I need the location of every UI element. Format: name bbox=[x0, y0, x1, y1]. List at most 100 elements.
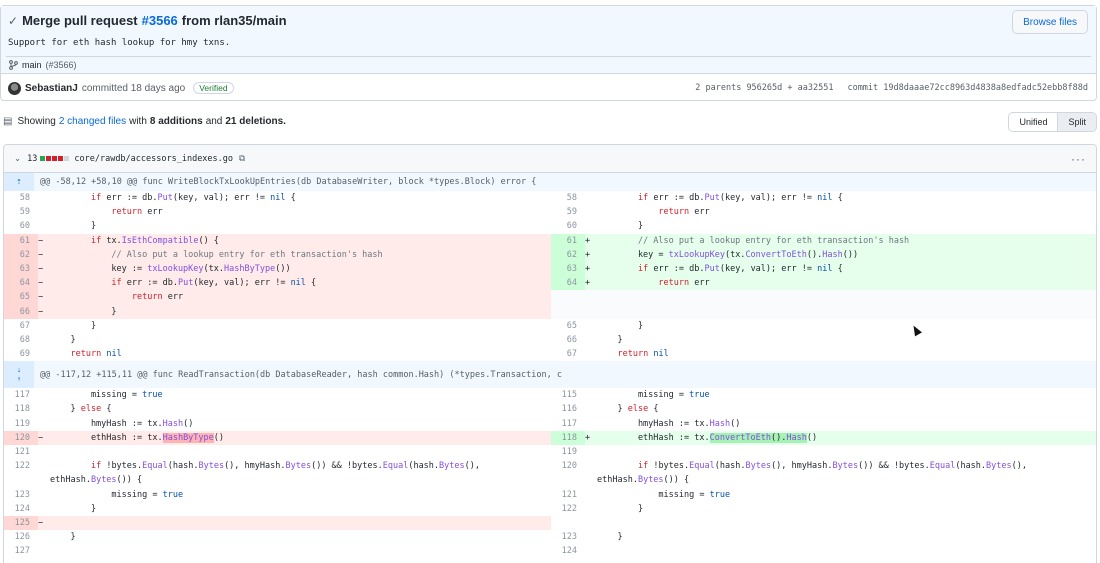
change-count: 13 bbox=[27, 153, 38, 164]
line-number[interactable]: 122 bbox=[551, 502, 585, 516]
diff-row: 62− // Also put a lookup entry for eth t… bbox=[4, 247, 1096, 262]
diff-row: 63− key := txLookupKey(tx.HashByType()) … bbox=[4, 261, 1096, 277]
line-number[interactable]: 117 bbox=[551, 417, 585, 431]
plus-sign: + bbox=[585, 249, 591, 260]
line-number[interactable]: 67 bbox=[4, 319, 38, 333]
line-number[interactable]: 67 bbox=[551, 347, 585, 361]
branch-pr[interactable]: (#3566) bbox=[46, 60, 77, 70]
line-number[interactable]: 116 bbox=[551, 402, 585, 416]
line-number[interactable]: 65 bbox=[4, 290, 38, 305]
line-number[interactable]: 122 bbox=[4, 459, 38, 487]
pr-link[interactable]: #3566 bbox=[142, 13, 178, 28]
line-number[interactable]: 65 bbox=[551, 319, 585, 333]
line-number[interactable]: 127 bbox=[4, 544, 38, 558]
commit-title: ✓ Merge pull request #3566 from rlan35/m… bbox=[8, 13, 287, 28]
diff-row: 68 } 66 } bbox=[4, 333, 1096, 347]
line-number[interactable]: 68 bbox=[4, 333, 38, 347]
diff-row: 119 hmyHash := tx.Hash() 117 hmyHash := … bbox=[4, 417, 1096, 431]
hunk-header: ⇣ ⇡ @@ -117,12 +115,11 @@ func ReadTransa… bbox=[4, 361, 1096, 389]
line-number[interactable]: 123 bbox=[4, 488, 38, 502]
parents-label: 2 parents bbox=[695, 83, 742, 93]
browse-files-button[interactable]: Browse files bbox=[1012, 10, 1088, 34]
line-number[interactable]: 69 bbox=[4, 347, 38, 361]
commit-meta: 2 parents 956265d + aa32551 commit 19d8d… bbox=[695, 83, 1088, 93]
diff-row: 67 } 65 } bbox=[4, 319, 1096, 333]
plus-sign: + bbox=[585, 235, 591, 246]
minus-sign: − bbox=[38, 263, 44, 274]
plus-sign: + bbox=[585, 263, 591, 274]
line-number[interactable]: 125 bbox=[4, 515, 38, 531]
verified-badge[interactable]: Verified bbox=[193, 82, 234, 94]
diff-row: 60 } 60 } bbox=[4, 219, 1096, 233]
branch-info: main (#3566) bbox=[9, 60, 77, 70]
commit-time: committed 18 days ago bbox=[81, 82, 186, 94]
check-icon: ✓ bbox=[8, 13, 19, 28]
unified-button[interactable]: Unified bbox=[1009, 113, 1057, 131]
line-number[interactable]: 117 bbox=[4, 388, 38, 402]
file-path[interactable]: core/rawdb/accessors_indexes.go bbox=[74, 154, 233, 164]
line-number[interactable]: 118 bbox=[551, 430, 585, 445]
line-number[interactable]: 64 bbox=[551, 276, 585, 291]
diff-row: 123 missing = true 121 missing = true bbox=[4, 488, 1096, 502]
chevron-down-icon[interactable]: ⌄ bbox=[14, 153, 21, 164]
line-number[interactable]: 60 bbox=[4, 219, 38, 233]
split-button[interactable]: Split bbox=[1057, 113, 1096, 131]
diff-summary: ▤ Showing 2 changed files with 8 additio… bbox=[3, 116, 286, 127]
more-options-icon[interactable]: ··· bbox=[1071, 152, 1086, 166]
line-number[interactable]: 124 bbox=[551, 544, 585, 558]
expand-both-icon[interactable]: ⇣ ⇡ bbox=[4, 361, 34, 389]
line-number[interactable]: 119 bbox=[4, 417, 38, 431]
author-row: SebastianJ committed 18 days ago Verifie… bbox=[1, 74, 1096, 102]
line-number[interactable]: 62 bbox=[551, 247, 585, 262]
title-prefix: Merge pull request bbox=[22, 13, 138, 28]
line-number[interactable]: 60 bbox=[551, 219, 585, 233]
with-label: with bbox=[129, 116, 147, 127]
line-number[interactable]: 121 bbox=[551, 488, 585, 502]
line-number[interactable]: 58 bbox=[551, 191, 585, 205]
line-number[interactable]: 66 bbox=[551, 333, 585, 347]
copy-icon[interactable]: ⧉ bbox=[239, 154, 245, 164]
sha-value: 19d8daaae72cc8963d4838a8edfadc52ebb8f88d bbox=[883, 83, 1088, 93]
line-number[interactable]: 120 bbox=[4, 430, 38, 445]
parent-sha-1[interactable]: 956265d bbox=[746, 83, 782, 93]
title-suffix: from rlan35/main bbox=[181, 13, 287, 28]
plus-sign: + bbox=[585, 278, 591, 289]
minus-sign: − bbox=[38, 292, 44, 303]
avatar[interactable] bbox=[8, 81, 21, 95]
commit-description: Support for eth hash lookup for hmy txns… bbox=[8, 38, 231, 48]
line-number[interactable]: 115 bbox=[551, 388, 585, 402]
line-number[interactable]: 120 bbox=[551, 459, 585, 487]
diff-row: 125− bbox=[4, 515, 1096, 531]
file-diff-icon: ▤ bbox=[3, 116, 13, 127]
line-number[interactable]: 59 bbox=[4, 205, 38, 219]
showing-label: Showing bbox=[17, 116, 56, 127]
hunk-header: ⇡ @@ -58,12 +58,10 @@ func WriteBlockTxL… bbox=[4, 173, 1096, 191]
line-number[interactable]: 63 bbox=[4, 261, 38, 277]
file-header: ⌄ 13 core/rawdb/accessors_indexes.go ⧉ ·… bbox=[4, 145, 1096, 173]
line-number[interactable]: 119 bbox=[551, 445, 585, 459]
plus-sign: + bbox=[585, 432, 591, 443]
line-number[interactable]: 66 bbox=[4, 304, 38, 319]
diff-row: 58 if err := db.Put(key, val); err != ni… bbox=[4, 191, 1096, 205]
author-name[interactable]: SebastianJ bbox=[25, 83, 78, 94]
hunk-text: @@ -58,12 +58,10 @@ func WriteBlockTxLoo… bbox=[40, 177, 537, 187]
parent-sha-2[interactable]: aa32551 bbox=[798, 83, 834, 93]
diff-row: 126 } 123 } bbox=[4, 530, 1096, 544]
line-number[interactable]: 61 bbox=[551, 233, 585, 248]
branch-name[interactable]: main bbox=[22, 60, 42, 70]
line-number[interactable]: 62 bbox=[4, 247, 38, 262]
line-number[interactable]: 126 bbox=[4, 530, 38, 544]
line-number[interactable]: 64 bbox=[4, 276, 38, 291]
line-number[interactable]: 121 bbox=[4, 445, 38, 459]
line-number[interactable]: 123 bbox=[551, 530, 585, 544]
line-number[interactable]: 63 bbox=[551, 261, 585, 277]
line-number[interactable]: 124 bbox=[4, 502, 38, 516]
line-number[interactable]: 118 bbox=[4, 402, 38, 416]
line-number[interactable]: 58 bbox=[4, 191, 38, 205]
line-number[interactable]: 59 bbox=[551, 205, 585, 219]
divider bbox=[6, 56, 1091, 57]
minus-sign: − bbox=[38, 306, 44, 317]
expand-up-icon[interactable]: ⇡ bbox=[4, 173, 34, 191]
changed-files-link[interactable]: 2 changed files bbox=[59, 116, 126, 127]
line-number[interactable]: 61 bbox=[4, 233, 38, 248]
